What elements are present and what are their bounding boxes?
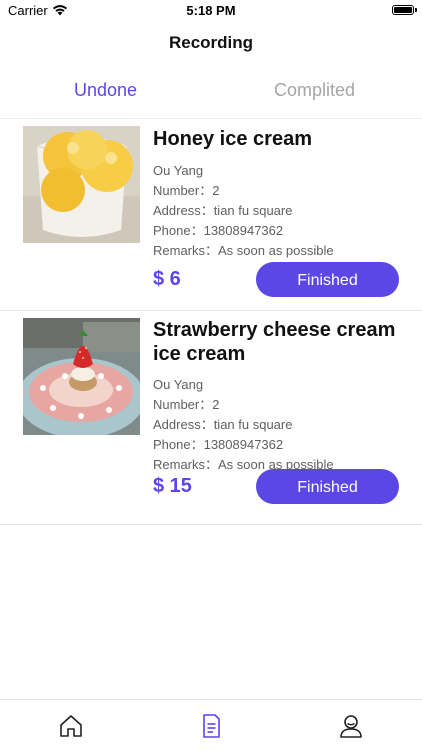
honey-ice-cream-photo [23, 126, 140, 243]
order-price: $ 6 [153, 268, 181, 290]
order-details: Ou Yang Number：2 Address：tian fu square … [153, 161, 413, 261]
order-address: Address：tian fu square [153, 417, 293, 432]
customer-name: Ou Yang [153, 163, 204, 178]
order-phone: Phone：13808947362 [153, 437, 284, 452]
finished-button[interactable]: Finished [256, 469, 399, 504]
status-time: 5:18 PM [186, 3, 236, 18]
order-number: Number：2 [153, 183, 220, 198]
order-number: Number：2 [153, 397, 220, 412]
finished-button[interactable]: Finished [256, 262, 399, 297]
document-icon[interactable] [198, 713, 224, 739]
item-title: Strawberry cheese cream ice cream [153, 319, 396, 365]
battery-icon [392, 5, 417, 15]
order-details: Ou Yang Number：2 Address：tian fu square … [153, 375, 413, 475]
order-address: Address：tian fu square [153, 203, 293, 218]
order-phone: Phone：13808947362 [153, 223, 284, 238]
home-icon[interactable] [58, 713, 84, 739]
tab-undone[interactable]: Undone [74, 80, 137, 101]
item-title: Honey ice cream [153, 128, 312, 150]
bottom-tab-bar [0, 699, 422, 751]
strawberry-cake-photo [23, 318, 140, 435]
order-card: Strawberry cheese cream ice cream Ou Yan… [0, 312, 422, 525]
segment-tabs: Undone Complited [0, 72, 422, 119]
customer-name: Ou Yang [153, 377, 204, 392]
order-remarks: Remarks：As soon as possible [153, 243, 334, 258]
order-card: Honey ice cream Ou Yang Number：2 Address… [0, 120, 422, 311]
status-bar: Carrier 5:18 PM [0, 0, 422, 22]
order-price: $ 15 [153, 475, 192, 497]
tab-completed[interactable]: Complited [274, 80, 355, 101]
user-icon[interactable] [338, 713, 364, 739]
page-title: Recording [168, 33, 254, 52]
